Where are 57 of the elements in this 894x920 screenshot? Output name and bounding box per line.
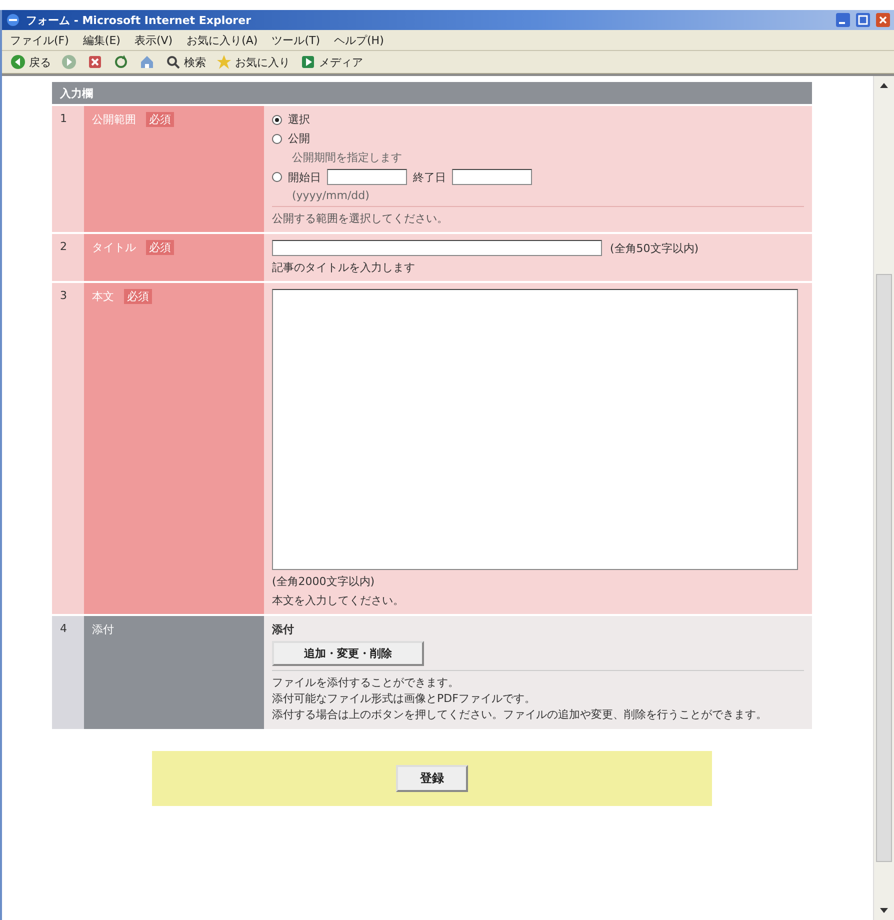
- required-tag: 必須: [124, 289, 152, 304]
- date-field[interactable]: [327, 169, 407, 185]
- help-text: ファイルを添付することができます。: [272, 675, 460, 691]
- option-label: 開始日: [288, 170, 321, 184]
- option-label: 終了日: [413, 170, 446, 184]
- star-icon: [216, 54, 232, 70]
- menu-item[interactable]: ヘルプ(H): [334, 32, 384, 48]
- stop-icon: [87, 54, 103, 70]
- toolbar-button[interactable]: お気に入り: [214, 53, 292, 71]
- help-text: 添付する場合は上のボタンを押してください。ファイルの追加や変更、削除を行うことができます。: [272, 706, 768, 723]
- menu-item[interactable]: ツール(T): [272, 32, 320, 48]
- option-note: (yyyy/mm/dd): [291, 189, 370, 202]
- play-icon: [300, 54, 316, 70]
- field-hint: 記事のタイトルを入力します: [272, 260, 416, 275]
- browser-logo-icon: [6, 13, 20, 27]
- search-icon: [165, 54, 181, 70]
- option-note: 公開期間を指定します: [291, 150, 403, 165]
- menu-item[interactable]: 編集(E): [82, 32, 120, 48]
- minimize-icon[interactable]: [836, 13, 850, 27]
- radio-button[interactable]: [272, 172, 282, 182]
- submit-button[interactable]: 登録: [396, 764, 468, 792]
- menu-item[interactable]: ファイル(F): [10, 32, 69, 48]
- section-header: 入力欄: [52, 82, 812, 104]
- attachment-button[interactable]: 追加・変更・削除: [272, 641, 424, 666]
- limit-note: (全角2000文字以内): [272, 574, 376, 589]
- attachment-caption: 添付: [272, 622, 295, 637]
- menu-item[interactable]: 表示(V): [134, 32, 173, 48]
- field-label: タイトル: [92, 240, 136, 255]
- maximize-icon[interactable]: [856, 13, 870, 27]
- option-label: 公開: [288, 131, 310, 146]
- window-title: フォーム - Microsoft Internet Explorer: [26, 12, 252, 28]
- field-label: 公開範囲: [92, 112, 136, 127]
- menu-item[interactable]: お気に入り(A): [186, 32, 258, 48]
- toolbar-button[interactable]: 戻る: [8, 53, 53, 71]
- required-tag: 必須: [146, 240, 174, 255]
- field-hint: 本文を入力してください。: [272, 593, 405, 608]
- close-icon[interactable]: [876, 13, 890, 27]
- toolbar-button[interactable]: 検索: [163, 53, 208, 71]
- refresh-icon: [113, 54, 129, 70]
- row-number: 4: [52, 616, 84, 729]
- radio-button[interactable]: [272, 134, 282, 144]
- radio-button[interactable]: [272, 114, 282, 124]
- limit-note: (全角50文字以内): [610, 240, 699, 256]
- date-field[interactable]: [452, 169, 532, 185]
- row-number: 3: [52, 283, 84, 614]
- title-field[interactable]: [272, 240, 602, 256]
- help-text: 添付可能なファイル形式は画像とPDFファイルです。: [272, 690, 536, 707]
- toolbar-button[interactable]: メディア: [298, 53, 365, 71]
- house-icon: [139, 54, 155, 70]
- option-label: 選択: [288, 112, 310, 127]
- field-label: 添付: [92, 622, 114, 637]
- row-number: 2: [52, 234, 84, 281]
- field-label: 本文: [92, 289, 114, 304]
- field-hint: 公開する範囲を選択してください。: [272, 206, 804, 226]
- row-number: 1: [52, 106, 84, 232]
- vertical-scrollbar[interactable]: [873, 76, 894, 920]
- required-tag: 必須: [146, 112, 174, 127]
